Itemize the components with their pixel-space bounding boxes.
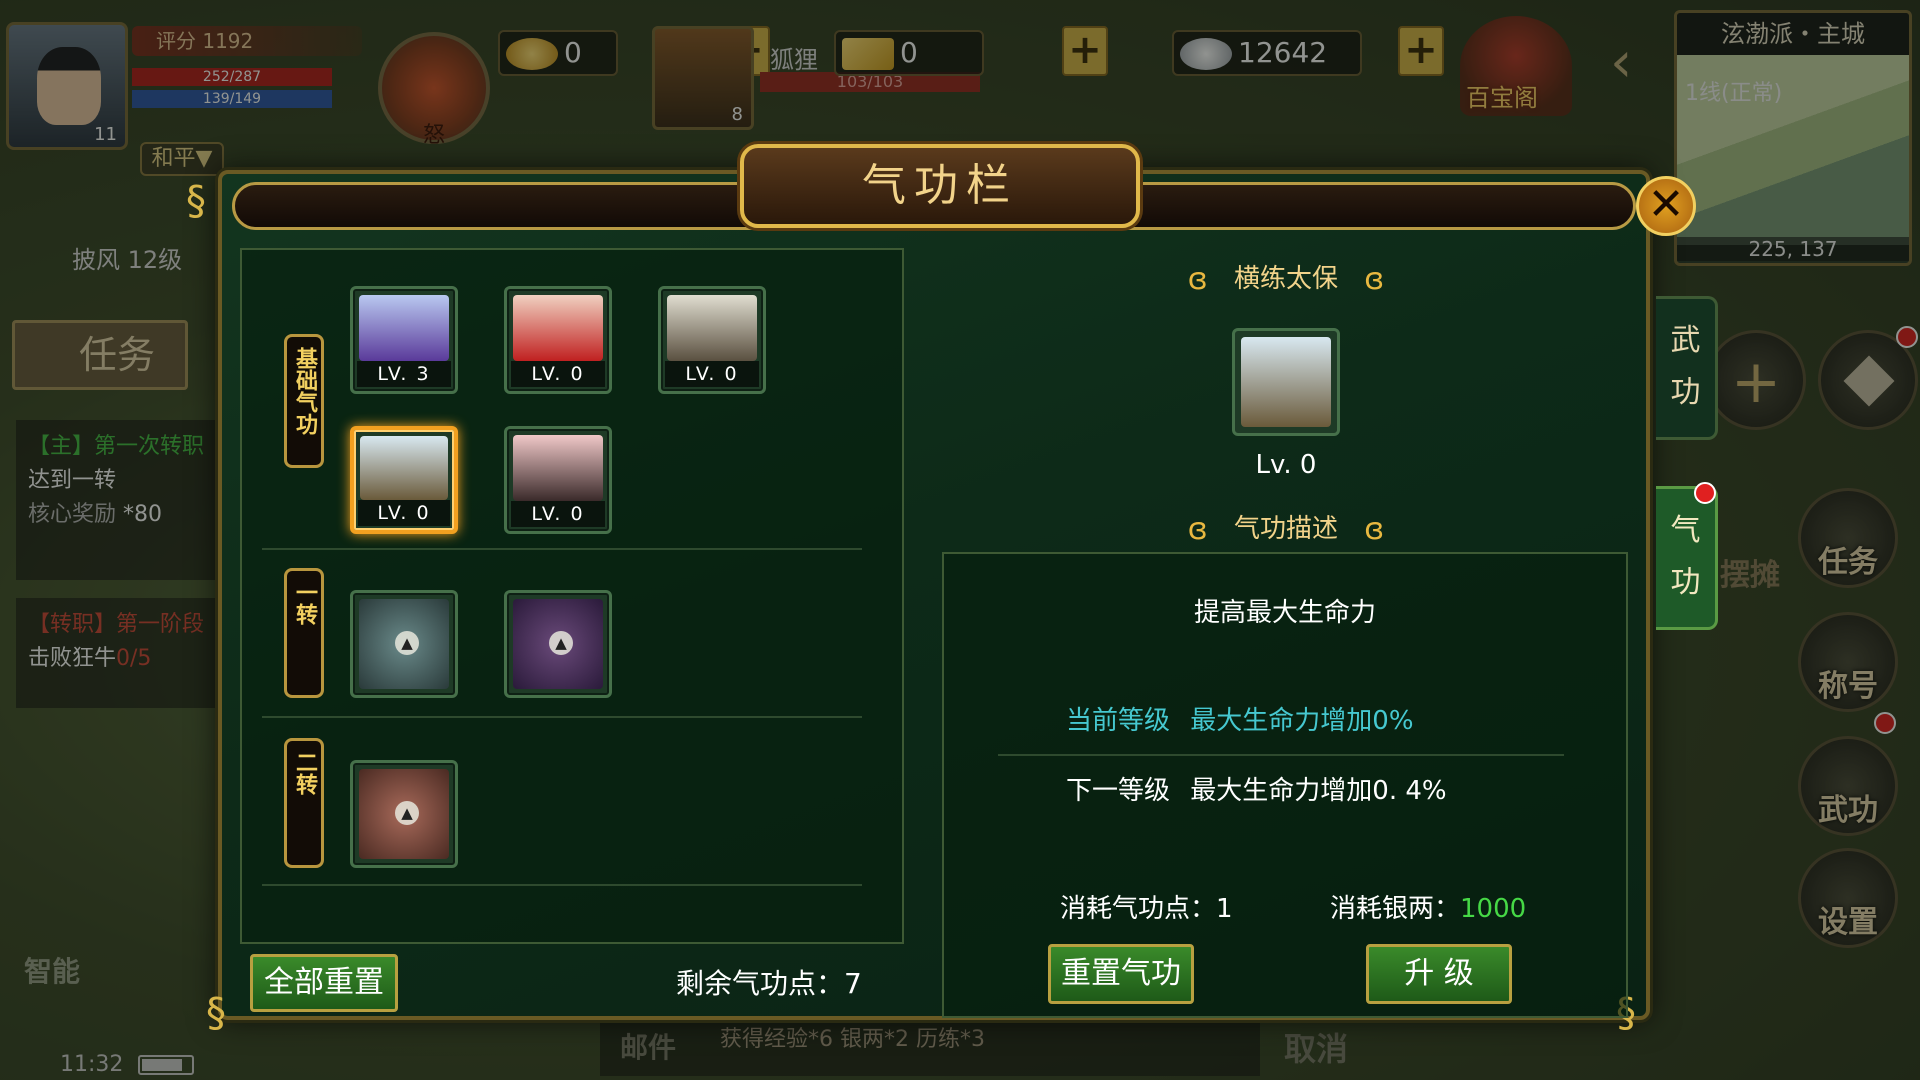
next-level-effect: 最大生命力增加0. 4% [1190, 776, 1447, 806]
selected-skill-icon [1232, 328, 1340, 436]
tab-qigong[interactable]: 气功 [1656, 486, 1718, 630]
skill-slot-5[interactable]: LV. 0 [504, 426, 612, 534]
tier-first-rebirth-label: 一转 [292, 581, 317, 625]
skill-level: LV. 0 [665, 361, 759, 387]
next-level-line: 下一等级 最大生命力增加0. 4% [1066, 770, 1447, 807]
cost-silver: 消耗银两：1000 [1330, 888, 1526, 925]
corner-ornament-icon: § [206, 990, 226, 1036]
locked-skill-slot[interactable]: ▲ [350, 760, 458, 868]
tab-martial-label: 武功 [1670, 323, 1701, 410]
swordsman-icon [513, 435, 603, 501]
cloud-ornament-icon: ɞ [1187, 262, 1208, 297]
skill-level: LV. 0 [511, 361, 605, 387]
next-level-label: 下一等级 [1066, 776, 1171, 806]
desc-header: ɞ 气功描述 ɞ [1156, 508, 1416, 547]
remaining-points: 剩余气功点：7 [676, 967, 862, 1000]
lock-icon: ▲ [395, 631, 419, 655]
current-level-label: 当前等级 [1066, 706, 1171, 736]
cloud-ornament-icon: ɞ [1364, 512, 1385, 547]
selected-skill-name: 横练太保 [1233, 264, 1338, 294]
upgrade-button[interactable]: 升 级 [1366, 944, 1512, 1004]
tier-second-rebirth: 二转 [284, 738, 324, 868]
purple-mask-icon [359, 295, 449, 361]
tier-basic: 基础气功 [284, 334, 324, 468]
skill-slot-4-selected[interactable]: LV. 0 [350, 426, 458, 534]
tier-divider [262, 716, 862, 718]
selected-skill-level: Lv. 0 [1255, 450, 1317, 480]
tab-martial[interactable]: 武功 [1656, 296, 1718, 440]
skill-slot-1[interactable]: LV. 3 [350, 286, 458, 394]
cost-silver-label: 消耗银两： [1330, 894, 1461, 924]
close-button[interactable]: ✕ [1636, 176, 1696, 236]
skill-slot-2[interactable]: LV. 0 [504, 286, 612, 394]
current-level-effect: 最大生命力增加0% [1190, 706, 1414, 736]
desc-divider [998, 754, 1564, 756]
tier-first-rebirth: 一转 [284, 568, 324, 698]
tab-qigong-label: 气功 [1670, 513, 1701, 600]
armored-warrior-icon [1241, 337, 1331, 427]
cost-points: 消耗气功点：1 [1060, 894, 1233, 924]
close-icon: ✕ [1647, 179, 1685, 230]
skill-level: LV. 3 [357, 361, 451, 387]
desc-title: 气功描述 [1233, 514, 1338, 544]
lock-icon: ▲ [395, 801, 419, 825]
modal-title: 气功栏 [740, 144, 1140, 228]
scroll-sword-icon [667, 295, 757, 361]
reset-qigong-button[interactable]: 重置气功 [1048, 944, 1194, 1004]
skill-slot-3[interactable]: LV. 0 [658, 286, 766, 394]
tier-divider [262, 548, 862, 550]
locked-skill-slot[interactable]: ▲ [504, 590, 612, 698]
armored-warrior-icon [360, 436, 448, 500]
tier-basic-label: 基础气功 [292, 347, 317, 435]
current-level-line: 当前等级 最大生命力增加0% [1066, 700, 1414, 737]
skill-level: LV. 0 [511, 501, 605, 527]
cloud-ornament-icon: ɞ [1364, 262, 1385, 297]
reset-all-button[interactable]: 全部重置 [250, 954, 398, 1012]
tier-second-rebirth-label: 二转 [292, 751, 317, 795]
skill-level: LV. 0 [358, 500, 450, 526]
locked-skill-slot[interactable]: ▲ [350, 590, 458, 698]
tier-divider [262, 884, 862, 886]
cloud-ornament-icon: ɞ [1187, 512, 1208, 547]
skill-description: 提高最大生命力 [1193, 598, 1376, 628]
selected-skill-header: ɞ 横练太保 ɞ [1156, 258, 1416, 297]
wine-bottle-icon [513, 295, 603, 361]
lock-icon: ▲ [549, 631, 573, 655]
corner-ornament-icon: § [186, 178, 206, 224]
cost-silver-value: 1000 [1460, 894, 1527, 924]
qigong-tab-notification-dot [1694, 482, 1716, 504]
